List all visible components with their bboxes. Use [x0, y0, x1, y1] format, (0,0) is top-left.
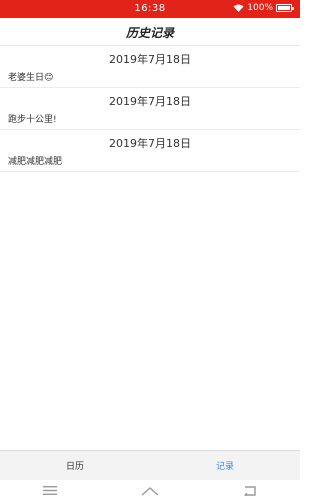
battery-icon: [276, 4, 294, 12]
record-item[interactable]: 2019年7月18日 减肥减肥减肥: [0, 130, 300, 172]
back-icon[interactable]: [235, 483, 265, 499]
record-date: 2019年7月18日: [109, 53, 191, 66]
record-item[interactable]: 2019年7月18日 老婆生日😊: [0, 46, 300, 88]
record-date: 2019年7月18日: [109, 95, 191, 108]
home-icon[interactable]: [135, 483, 165, 499]
record-date: 2019年7月18日: [109, 137, 191, 150]
system-nav-bar: [0, 480, 300, 501]
menu-icon[interactable]: [35, 483, 65, 499]
status-indicators: 100%: [233, 3, 294, 13]
battery-percent: 100%: [247, 3, 273, 13]
page-title: 历史记录: [125, 26, 174, 40]
wifi-icon: [233, 4, 244, 12]
record-text: 跑步十公里!: [8, 115, 57, 125]
record-item[interactable]: 2019年7月18日 跑步十公里!: [0, 88, 300, 130]
title-bar: 历史记录: [0, 18, 300, 46]
record-text: 减肥减肥减肥: [8, 157, 63, 167]
status-bar: 16:38 100%: [0, 0, 300, 18]
bottom-tab-bar: 日历 记录: [0, 450, 300, 480]
record-text: 老婆生日😊: [8, 73, 54, 83]
tab-calendar[interactable]: 日历: [0, 451, 150, 480]
app-screen: 16:38 100% 历史记录 2019年7月18日 老婆生日😊 2019年7月…: [0, 0, 300, 501]
tab-records[interactable]: 记录: [150, 451, 300, 480]
record-list: 2019年7月18日 老婆生日😊 2019年7月18日 跑步十公里! 2019年…: [0, 46, 300, 172]
